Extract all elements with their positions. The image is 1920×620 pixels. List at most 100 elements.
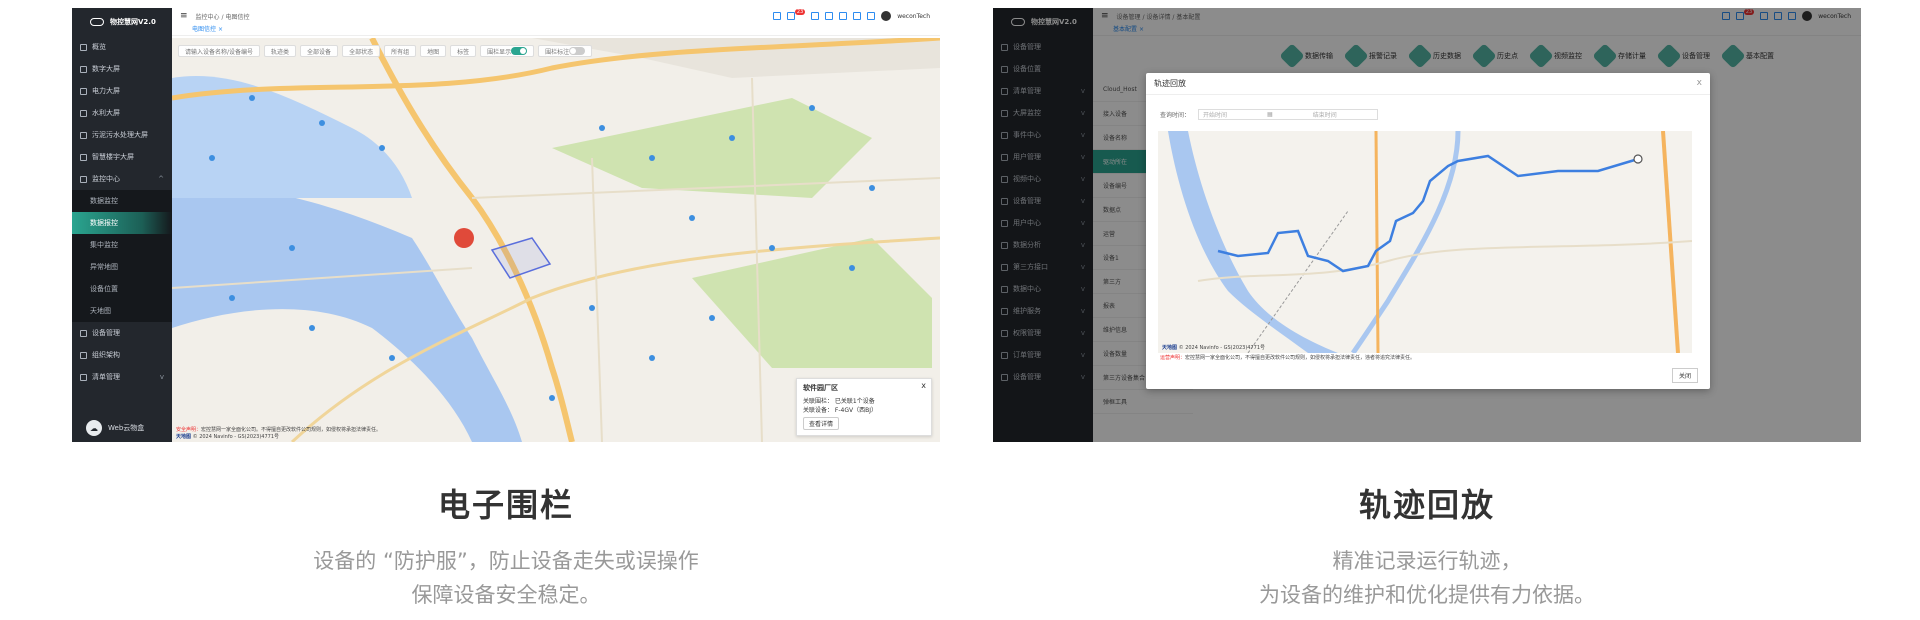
close-icon[interactable]: x: [1697, 78, 1702, 88]
filter-select[interactable]: 轨迹类: [264, 45, 297, 57]
bell-icon[interactable]: [786, 12, 795, 20]
cloud-icon: [90, 18, 104, 26]
caption-title: 轨迹回放: [1358, 486, 1495, 524]
track-playback-dialog: 轨迹回放 x 查询时间： 开始时间 ▦ 结束时间 天地图 © 2024 Navi…: [1146, 73, 1710, 389]
playback-marker[interactable]: [1633, 154, 1643, 164]
sidebar-item[interactable]: 清单管理 v: [72, 366, 172, 388]
dialog-note: 运营声明：宏控慧网一家全面化公司，不得擅自更改软件公司规则，如侵权将承担法律责任…: [1160, 355, 1416, 361]
sidebar-item[interactable]: 数字大屏: [72, 58, 172, 80]
screen-icon[interactable]: [853, 12, 862, 20]
nav-label: 设备管理: [92, 329, 120, 337]
fullscreen-icon[interactable]: [811, 12, 820, 20]
fence-toggle[interactable]: 围栏显示: [480, 45, 535, 57]
view-detail-button[interactable]: 查看详情: [803, 417, 840, 430]
app-logo: 物控慧网V2.0: [72, 8, 172, 36]
filter-select[interactable]: 全部设备: [300, 45, 339, 57]
close-button[interactable]: 关闭: [1671, 368, 1698, 383]
query-row: 查询时间： 开始时间 ▦ 结束时间: [1146, 105, 1710, 123]
caption-track: 轨迹回放 精准记录运行轨迹， 为设备的维护和优化提供有力依据。: [993, 480, 1861, 612]
toggle-switch[interactable]: [511, 47, 528, 55]
close-icon[interactable]: x: [921, 381, 926, 390]
expand-icon[interactable]: [867, 12, 876, 20]
nav-label: 污泥污水处理大屏: [92, 131, 148, 139]
monitor-icon[interactable]: [839, 12, 848, 20]
start-time-placeholder: 开始时间: [1203, 111, 1228, 119]
alarm-marker[interactable]: [454, 228, 474, 248]
sidebar-item[interactable]: 污泥污水处理大屏: [72, 124, 172, 146]
nav-label: 概览: [92, 43, 106, 51]
sidebar-item[interactable]: 监控中心 ^: [72, 168, 172, 190]
sidebar-item[interactable]: 组织架构: [72, 344, 172, 366]
app-title: 物控慧网V2.0: [110, 18, 156, 26]
toggle-switch[interactable]: [569, 47, 586, 55]
nav-label: 智慧楼宇大屏: [92, 153, 134, 161]
chevron-icon: ^: [158, 175, 164, 183]
query-label: 查询时间：: [1160, 111, 1191, 119]
close-tag-icon[interactable]: ×: [218, 26, 223, 33]
sidebar-user[interactable]: ☁ Web云物盒: [86, 420, 144, 436]
caption-desc: 精准记录运行轨迹， 为设备的维护和优化提供有力依据。: [1259, 549, 1595, 607]
end-time-placeholder: 结束时间: [1312, 111, 1337, 119]
toggle-label: 围栏显示: [487, 48, 512, 56]
notification-badge: 23: [794, 9, 806, 15]
avatar: ☁: [86, 420, 102, 436]
filter-select[interactable]: 请输入设备名称/设备编号: [178, 45, 261, 57]
map-footer: 安全声明：宏控慧网一家全面化公司。不得擅自更改软件公司规则，如侵权将承担法律责任…: [176, 427, 382, 440]
nav-label: 数字大屏: [92, 65, 120, 73]
menu-item-icon: [80, 329, 87, 337]
filter-select[interactable]: 地图: [420, 45, 447, 57]
breadcrumb: 监控中心 / 电图信控: [195, 13, 250, 21]
sidebar-item[interactable]: 电力大屏: [72, 80, 172, 102]
map-filter-bar: 请输入设备名称/设备编号 轨迹类 全部设备 全部状态 所有组 地图 标签 围栏显示 围栏标注: [178, 44, 934, 58]
sidebar-item[interactable]: 水利大屏: [72, 102, 172, 124]
menu-item-icon: [80, 43, 87, 51]
sidebar-subitem[interactable]: 异常地图: [72, 256, 172, 278]
menu-icon[interactable]: ≡: [180, 11, 188, 21]
fence-row: 关联围栏： 已关联1个设备: [803, 398, 875, 405]
menu-item-icon: [80, 175, 87, 183]
sidebar-item[interactable]: 概览: [72, 36, 172, 58]
track-screenshot: 物控慧网V2.0 设备管理 设备位置 清单管理 v 大屏监控 v 事件中心 v 用户管理 v 视频中…: [993, 8, 1861, 442]
caption-fence: 电子围栏 设备的 “防护服”，防止设备走失或误操作 保障设备安全稳定。: [72, 480, 940, 612]
menu-item-icon: [80, 87, 87, 95]
sidebar-subitem[interactable]: 天地图: [72, 300, 172, 322]
user-avatar-icon[interactable]: [881, 11, 892, 21]
caption-title: 电子围栏: [437, 486, 574, 524]
toggle-label: 围栏标注: [545, 48, 570, 56]
sidebar-item[interactable]: 智慧楼宇大屏: [72, 146, 172, 168]
filter-select[interactable]: 所有组: [384, 45, 417, 57]
nav-label: 电力大屏: [92, 87, 120, 95]
tag-bar: 电图信控 ×: [172, 24, 940, 36]
menu-item-icon: [80, 153, 87, 161]
fence-name: 软件园厂区: [803, 384, 838, 392]
sidebar-subitem[interactable]: 数据报控: [72, 212, 172, 234]
info-icon[interactable]: [825, 12, 834, 20]
track-map[interactable]: 天地图 © 2024 Navinfo - GS(2023)4771号: [1158, 131, 1692, 353]
menu-item-icon: [80, 131, 87, 139]
header: ≡ 监控中心 / 电图信控 23 weconTech: [172, 8, 940, 24]
chevron-icon: v: [159, 373, 164, 381]
header-user-name[interactable]: weconTech: [897, 13, 930, 20]
nav-label: 组织架构: [92, 351, 120, 359]
menu-item-icon: [80, 109, 87, 117]
sidebar-subitem[interactable]: 设备位置: [72, 278, 172, 300]
caption-desc: 设备的 “防护服”，防止设备走失或误操作 保障设备安全稳定。: [313, 549, 699, 607]
date-range-input[interactable]: 开始时间 ▦ 结束时间: [1198, 108, 1379, 120]
nav-label: 水利大屏: [92, 109, 120, 117]
track-canvas: [1158, 131, 1692, 353]
filter-select[interactable]: 全部状态: [342, 45, 381, 57]
fence-map[interactable]: 请输入设备名称/设备编号 轨迹类 全部设备 全部状态 所有组 地图 标签 围栏显示 围栏标注 …: [172, 38, 940, 442]
filter-select[interactable]: 标签: [450, 45, 477, 57]
sidebar: 物控慧网V2.0 概览 数字大屏 电力大屏 水利大屏 污泥污水处理大屏 智慧楼宇大屏 监控中…: [72, 8, 172, 442]
download-icon[interactable]: [772, 12, 781, 20]
fence-toggle[interactable]: 围栏标注: [538, 45, 593, 57]
open-tag[interactable]: 电图信控: [192, 26, 216, 33]
sidebar-item[interactable]: 设备管理: [72, 322, 172, 344]
nav-label: 监控中心: [92, 175, 120, 183]
fence-screenshot: 物控慧网V2.0 概览 数字大屏 电力大屏 水利大屏 污泥污水处理大屏 智慧楼宇大屏 监控中…: [72, 8, 940, 442]
menu-item-icon: [80, 373, 87, 381]
menu-item-icon: [80, 351, 87, 359]
user-name: Web云物盒: [108, 424, 145, 432]
sidebar-subitem[interactable]: 集中监控: [72, 234, 172, 256]
sidebar-subitem[interactable]: 数据监控: [72, 190, 172, 212]
